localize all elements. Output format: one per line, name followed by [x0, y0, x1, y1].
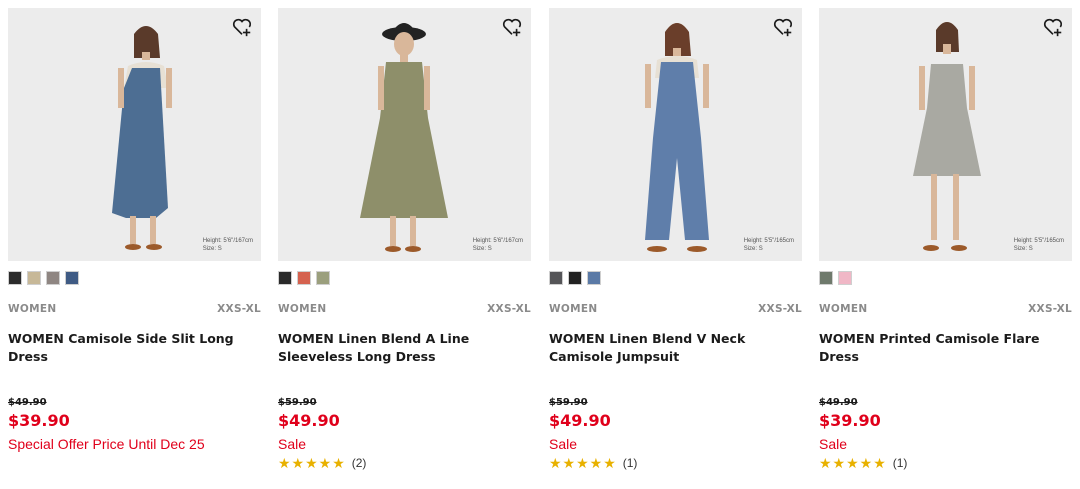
product-image[interactable]: Height: 5'6"/167cm Size: S [8, 8, 261, 261]
size-range: XXS-XL [758, 303, 802, 315]
sale-price: $49.90 [549, 411, 611, 430]
color-swatch[interactable] [549, 271, 563, 285]
color-swatch[interactable] [46, 271, 60, 285]
model-photo [360, 23, 448, 252]
color-swatches [549, 271, 601, 287]
sale-price: $39.90 [819, 411, 881, 430]
product-name[interactable]: WOMEN Linen Blend A Line Sleeveless Long… [278, 330, 531, 366]
product-name[interactable]: WOMEN Linen Blend V Neck Camisole Jumpsu… [549, 330, 802, 366]
product-meta: WOMEN XXS-XL [549, 303, 802, 317]
product-card[interactable]: Height: 5'6"/167cm Size: S WOMEN XXS-XL … [8, 8, 261, 483]
color-swatch[interactable] [568, 271, 582, 285]
product-name[interactable]: WOMEN Camisole Side Slit Long Dress [8, 330, 261, 366]
color-swatches [8, 271, 79, 287]
model-photo [112, 26, 172, 250]
product-card[interactable]: Height: 5'5"/165cm Size: S WOMEN XXS-XL … [819, 8, 1072, 483]
promo-flag: Sale [549, 436, 578, 452]
product-card[interactable]: Height: 5'6"/167cm Size: S WOMEN XXS-XL … [278, 8, 531, 483]
gender-label: WOMEN [549, 303, 598, 315]
original-price: $49.90 [8, 397, 47, 408]
model-height: Height: 5'6"/167cm [202, 238, 253, 244]
product-image[interactable]: Height: 5'6"/167cm Size: S [278, 8, 531, 261]
model-height: Height: 5'6"/167cm [472, 238, 523, 244]
review-count: (1) [622, 456, 638, 470]
product-image[interactable]: Height: 5'5"/165cm Size: S [549, 8, 802, 261]
sale-price: $49.90 [278, 411, 340, 430]
original-price: $59.90 [278, 397, 317, 408]
review-count: (1) [892, 456, 908, 470]
color-swatch[interactable] [297, 271, 311, 285]
model-size: Size: S [472, 246, 492, 252]
original-price: $49.90 [819, 397, 858, 408]
size-range: XXS-XL [217, 303, 261, 315]
model-height-note: Height: 5'5"/165cm Size: S [1014, 237, 1064, 253]
color-swatches [819, 271, 852, 287]
heart-plus-icon[interactable] [231, 16, 253, 38]
rating[interactable]: ★★★★★ (1) [549, 455, 637, 471]
gender-label: WOMEN [8, 303, 57, 315]
color-swatch[interactable] [65, 271, 79, 285]
original-price: $59.90 [549, 397, 588, 408]
promo-flag: Special Offer Price Until Dec 25 [8, 436, 205, 452]
rating[interactable]: ★★★★★ (1) [819, 455, 907, 471]
color-swatch[interactable] [819, 271, 833, 285]
model-height: Height: 5'5"/165cm [1013, 238, 1064, 244]
rating[interactable]: ★★★★★ (2) [278, 455, 366, 471]
gender-label: WOMEN [278, 303, 327, 315]
product-grid: Height: 5'6"/167cm Size: S WOMEN XXS-XL … [0, 0, 1080, 489]
promo-flag: Sale [278, 436, 307, 452]
model-photo [913, 22, 981, 251]
star-rating-icon: ★★★★★ [278, 454, 346, 471]
model-size: Size: S [1013, 246, 1033, 252]
promo-flag: Sale [819, 436, 848, 452]
product-meta: WOMEN XXS-XL [8, 303, 261, 317]
color-swatch[interactable] [8, 271, 22, 285]
star-rating-icon: ★★★★★ [819, 454, 887, 471]
heart-plus-icon[interactable] [772, 16, 794, 38]
size-range: XXS-XL [1028, 303, 1072, 315]
color-swatches [278, 271, 330, 287]
sale-price: $39.90 [8, 411, 70, 430]
color-swatch[interactable] [587, 271, 601, 285]
star-rating-icon: ★★★★★ [549, 454, 617, 471]
heart-plus-icon[interactable] [501, 16, 523, 38]
gender-label: WOMEN [819, 303, 868, 315]
color-swatch[interactable] [27, 271, 41, 285]
color-swatch[interactable] [278, 271, 292, 285]
color-swatch[interactable] [838, 271, 852, 285]
model-photo [645, 23, 709, 252]
product-card[interactable]: Height: 5'5"/165cm Size: S WOMEN XXS-XL … [549, 8, 802, 483]
model-height-note: Height: 5'6"/167cm Size: S [203, 237, 253, 253]
model-height-note: Height: 5'6"/167cm Size: S [473, 237, 523, 253]
product-meta: WOMEN XXS-XL [819, 303, 1072, 317]
model-height-note: Height: 5'5"/165cm Size: S [744, 237, 794, 253]
review-count: (2) [351, 456, 367, 470]
color-swatch[interactable] [316, 271, 330, 285]
product-name[interactable]: WOMEN Printed Camisole Flare Dress [819, 330, 1072, 366]
model-size: Size: S [743, 246, 763, 252]
size-range: XXS-XL [487, 303, 531, 315]
heart-plus-icon[interactable] [1042, 16, 1064, 38]
model-height: Height: 5'5"/165cm [743, 238, 794, 244]
model-size: Size: S [202, 246, 222, 252]
product-meta: WOMEN XXS-XL [278, 303, 531, 317]
product-image[interactable]: Height: 5'5"/165cm Size: S [819, 8, 1072, 261]
